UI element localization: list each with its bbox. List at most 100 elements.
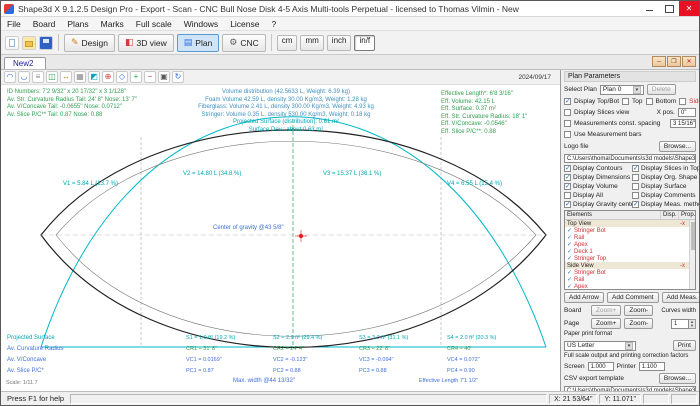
v2-label: V2 = 14.80 L (34.8 %)	[183, 171, 241, 177]
stepper-arrows[interactable]: ▲▼	[689, 319, 696, 329]
elements-row[interactable]: ✓Apex	[565, 241, 695, 248]
menu-board[interactable]: Board	[27, 19, 62, 29]
elements-row[interactable]: ✓Stringer Bot	[565, 269, 695, 276]
v4-label: V4 = 6.55 L (15.4 %)	[447, 181, 502, 187]
display-all-checkbox[interactable]	[564, 192, 571, 199]
menu-file[interactable]: File	[1, 19, 27, 29]
use-measurement-bars-checkbox[interactable]	[564, 131, 571, 138]
display-slices-view-checkbox[interactable]	[564, 109, 571, 116]
display-org-shape-checkbox[interactable]	[632, 174, 639, 181]
elements-row[interactable]: ✓Stringer Top	[565, 255, 695, 262]
paper-format-select[interactable]: US Letter	[564, 341, 636, 351]
csv-browse-button[interactable]: Browse...	[659, 373, 696, 384]
display-gravity-center-checkbox[interactable]	[564, 201, 571, 208]
elements-row[interactable]: ✓Deck 1	[565, 248, 695, 255]
x-pos-input[interactable]: 0"	[678, 108, 696, 117]
close-icon[interactable]	[679, 1, 699, 16]
mdi-restore-icon[interactable]: ❐	[667, 56, 681, 67]
3d-view-button[interactable]: ◧ 3D view	[118, 34, 174, 52]
add-comment-button[interactable]: Add Comment	[607, 292, 659, 303]
measurement-spacing-input[interactable]: 3 15/16"	[670, 119, 696, 128]
curves-width-stepper[interactable]: 1 ▲▼	[671, 319, 696, 329]
display-slices-in-top-checkbox[interactable]	[632, 165, 639, 172]
new-file-icon[interactable]	[5, 36, 19, 50]
printer-factor-input[interactable]: 1.100	[639, 362, 665, 371]
display-contours-checkbox[interactable]	[564, 165, 571, 172]
screen-factor-input[interactable]: 1.000	[588, 362, 614, 371]
unit-cm-button[interactable]: cm	[277, 35, 298, 51]
unit-mm-button[interactable]: mm	[300, 35, 323, 51]
gravity-center-icon[interactable]	[102, 71, 114, 83]
display-surface-checkbox[interactable]	[632, 183, 639, 190]
display-dimensions-checkbox[interactable]	[564, 174, 571, 181]
delete-plan-button[interactable]: Delete	[647, 84, 676, 95]
printer-label: Printer	[617, 363, 636, 370]
minimize-icon[interactable]	[639, 1, 659, 16]
curves-width-value[interactable]: 1	[671, 319, 689, 329]
side-checkbox[interactable]	[679, 98, 686, 105]
scrollbar-thumb[interactable]	[691, 222, 695, 250]
tab-new2[interactable]: New2	[4, 57, 46, 69]
refresh-icon[interactable]	[172, 71, 184, 83]
menu-marks[interactable]: Marks	[95, 19, 130, 29]
board-zoom-out-button[interactable]: Zoom-	[624, 305, 653, 316]
menu-help[interactable]: ?	[266, 19, 283, 29]
group-close-icon[interactable]: -x	[680, 263, 685, 269]
elements-row[interactable]: ✓Apex	[565, 283, 695, 290]
unit-inf-button[interactable]: in/f	[354, 35, 375, 51]
zoom-out-icon[interactable]	[144, 71, 156, 83]
add-arrow-button[interactable]: Add Arrow	[564, 292, 604, 303]
display-topbot-checkbox[interactable]	[564, 98, 571, 105]
elements-group-row[interactable]: Side View-x	[565, 262, 695, 269]
plan-button[interactable]: ▤ Plan	[177, 34, 220, 52]
volume-icon[interactable]	[88, 71, 100, 83]
display-meas-method-checkbox[interactable]	[632, 201, 639, 208]
menu-license[interactable]: License	[224, 19, 265, 29]
print-button[interactable]: Print	[673, 340, 696, 351]
add-meas-bar-button[interactable]: Add Meas. bar	[662, 292, 699, 303]
rocker-view-icon[interactable]	[18, 71, 30, 83]
toolbar-separator	[58, 34, 59, 51]
group-close-icon[interactable]: -x	[680, 221, 685, 227]
plan-select[interactable]: Plan 0	[600, 85, 644, 95]
screenshot-icon[interactable]	[158, 71, 170, 83]
unit-inch-button[interactable]: inch	[327, 35, 352, 51]
element-label: Stringer Bot	[574, 270, 606, 276]
menu-full-scale[interactable]: Full scale	[130, 19, 178, 29]
slices-view-icon[interactable]	[32, 71, 44, 83]
top-checkbox[interactable]	[622, 98, 629, 105]
zoom-fit-icon[interactable]	[116, 71, 128, 83]
stepper-down-icon[interactable]: ▼	[689, 324, 695, 328]
cnc-button[interactable]: ⚙ CNC	[222, 34, 266, 52]
display-comments-checkbox[interactable]	[632, 192, 639, 199]
elements-row[interactable]: ✓Rail	[565, 234, 695, 241]
design-button[interactable]: ✎ Design	[64, 34, 115, 52]
board-drawing[interactable]: ID Numbers: 7'2 9/32" x 20 17/32" x 3 1/…	[1, 85, 560, 391]
mdi-minimize-icon[interactable]: ─	[652, 56, 666, 67]
measurements-const-spacing-label: Measurements const. spacing	[574, 120, 660, 127]
save-icon[interactable]	[39, 36, 53, 50]
page-zoom-in-button[interactable]: Zoom+	[591, 318, 621, 329]
measurements-const-spacing-checkbox[interactable]	[564, 120, 571, 127]
dimensions-icon[interactable]	[60, 71, 72, 83]
elements-row[interactable]: ✓Stringer Bot	[565, 227, 695, 234]
menu-plans[interactable]: Plans	[61, 19, 94, 29]
logo-path-field[interactable]: C:\Users\thoma\Documents\s3d models\Shap…	[564, 154, 696, 163]
page-zoom-out-button[interactable]: Zoom-	[624, 318, 653, 329]
zoom-in-icon[interactable]	[130, 71, 142, 83]
outline-view-icon[interactable]	[4, 71, 16, 83]
thickness-view-icon[interactable]	[46, 71, 58, 83]
display-volume-checkbox[interactable]	[564, 183, 571, 190]
menu-windows[interactable]: Windows	[178, 19, 224, 29]
elements-scrollbar[interactable]	[689, 220, 695, 289]
elements-row[interactable]: ✓Rail	[565, 276, 695, 283]
mdi-close-icon[interactable]: ✕	[682, 56, 696, 67]
element-label: Stringer Top	[574, 256, 606, 262]
grid-icon[interactable]	[74, 71, 86, 83]
maximize-icon[interactable]	[659, 1, 679, 16]
board-zoom-in-button[interactable]: Zoom+	[591, 305, 621, 316]
bottom-checkbox[interactable]	[646, 98, 653, 105]
logo-browse-button[interactable]: Browse...	[659, 141, 696, 152]
open-folder-icon[interactable]	[22, 36, 36, 50]
elements-group-row[interactable]: Top View-x	[565, 220, 695, 227]
